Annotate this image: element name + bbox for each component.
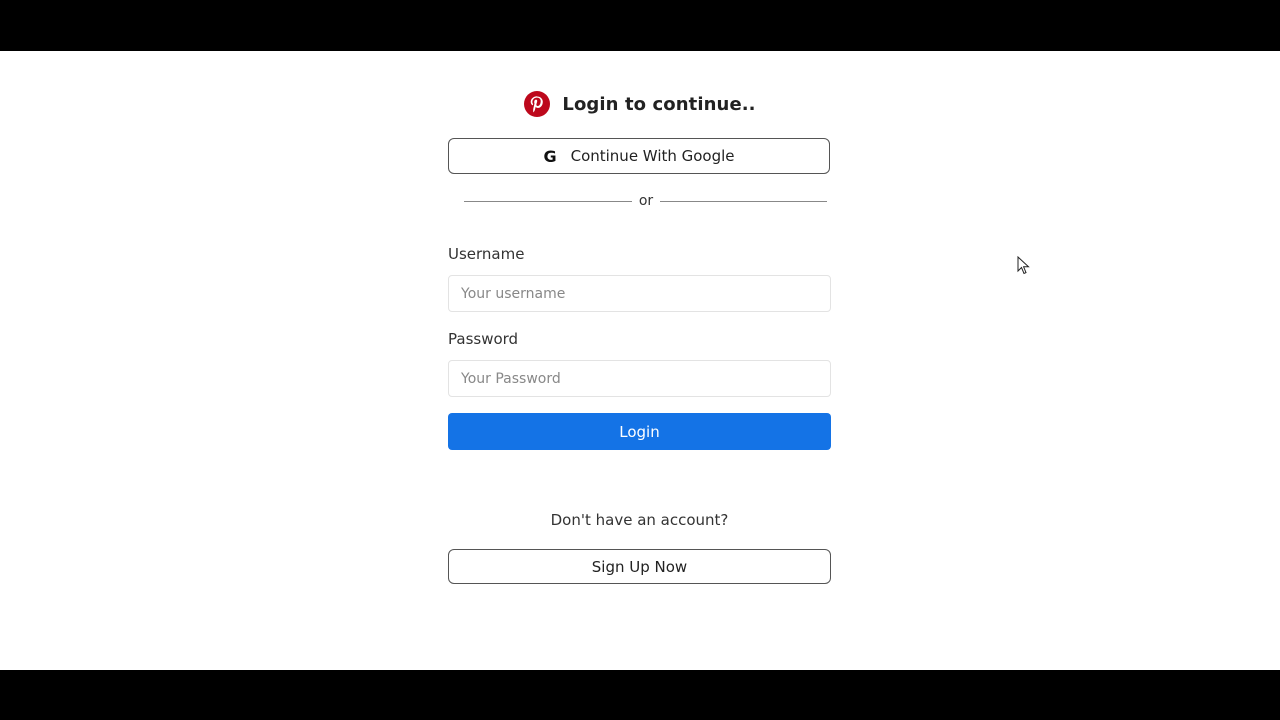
login-header: Login to continue..: [0, 89, 1280, 119]
divider-line-left: [464, 201, 632, 202]
continue-with-google-button[interactable]: G Continue With Google: [448, 138, 830, 174]
divider-text: or: [638, 193, 654, 209]
google-g-icon: G: [543, 146, 557, 166]
or-divider: or: [464, 191, 827, 211]
sign-up-button[interactable]: Sign Up Now: [448, 549, 831, 584]
no-account-prompt: Don't have an account?: [550, 511, 729, 529]
google-button-label: Continue With Google: [570, 147, 735, 165]
letterbox-bottom: [0, 670, 1280, 720]
mouse-cursor-icon: [1017, 256, 1030, 275]
username-label: Username: [448, 245, 525, 263]
page-title: Login to continue..: [562, 93, 756, 115]
password-input[interactable]: [448, 360, 831, 397]
pinterest-logo-icon: [524, 91, 551, 117]
letterbox-top: [0, 0, 1280, 51]
username-input[interactable]: [448, 275, 831, 312]
divider-line-right: [660, 201, 827, 202]
login-page: Login to continue.. G Continue With Goog…: [0, 51, 1280, 670]
login-button[interactable]: Login: [448, 413, 831, 450]
password-label: Password: [448, 330, 519, 348]
